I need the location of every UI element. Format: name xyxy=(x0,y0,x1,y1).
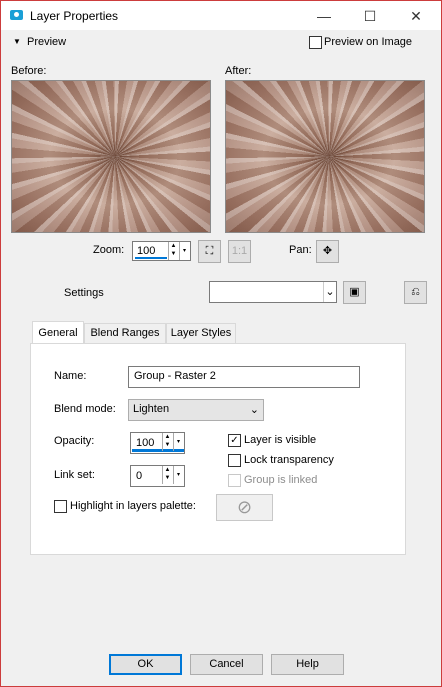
spin-up-icon[interactable]: ▲ xyxy=(163,433,172,441)
preview-on-image-checkbox[interactable] xyxy=(309,36,322,49)
minimize-button[interactable]: — xyxy=(301,2,347,30)
chevron-down-icon: ⌄ xyxy=(249,404,259,416)
highlight-checkbox[interactable] xyxy=(54,500,67,513)
name-value: Group - Raster 2 xyxy=(134,370,216,382)
link-set-value: 0 xyxy=(136,470,143,482)
checkmark-icon: ✓ xyxy=(230,435,239,446)
lock-transparency-checkbox[interactable] xyxy=(228,454,241,467)
dropdown-arrow-icon[interactable]: ▾ xyxy=(174,433,183,451)
dropdown-arrow-icon[interactable]: ▾ xyxy=(174,466,183,484)
settings-label: Settings xyxy=(64,287,104,299)
group-linked-checkbox xyxy=(228,474,241,487)
reset-preset-icon[interactable]: ⎌ xyxy=(404,281,427,304)
opacity-input[interactable]: 100 ▲ ▼ ▾ xyxy=(130,432,185,454)
zoom-label: Zoom: xyxy=(93,244,125,256)
highlight-label: Highlight in layers palette: xyxy=(70,500,196,512)
pan-label: Pan: xyxy=(289,244,312,256)
link-set-label: Link set: xyxy=(54,469,95,481)
pan-move-icon[interactable]: ✥ xyxy=(316,240,339,263)
blend-mode-select[interactable]: Lighten ⌄ xyxy=(128,399,264,421)
lock-transparency-label: Lock transparency xyxy=(244,454,334,466)
blend-mode-value: Lighten xyxy=(133,403,170,415)
opacity-label: Opacity: xyxy=(54,435,95,447)
zoom-value: 100 xyxy=(137,245,156,257)
after-preview-image[interactable] xyxy=(225,80,425,233)
spin-up-icon[interactable]: ▲ xyxy=(163,466,172,474)
spin-down-icon[interactable]: ▼ xyxy=(163,441,172,449)
opacity-value: 100 xyxy=(136,437,155,449)
link-set-dropdown[interactable]: ▾ xyxy=(173,466,183,484)
preview-on-image-label: Preview on Image xyxy=(324,36,413,48)
zoom-fit-icon[interactable]: ⛶ xyxy=(198,240,221,263)
zoom-dropdown[interactable]: ▾ xyxy=(179,242,189,260)
name-input[interactable]: Group - Raster 2 xyxy=(128,366,360,388)
help-button[interactable]: Help xyxy=(271,654,344,675)
name-label: Name: xyxy=(54,370,87,382)
before-preview-image[interactable] xyxy=(11,80,211,233)
settings-preset-dropdown[interactable]: ⌄ xyxy=(209,281,337,303)
window-title: Layer Properties xyxy=(30,9,119,23)
layer-visible-checkbox[interactable]: ✓ xyxy=(228,434,241,447)
maximize-button[interactable]: ☐ xyxy=(347,2,393,30)
no-color-swatch-icon: ⊘ xyxy=(216,494,273,521)
zoom-input[interactable]: 100 ▲ ▼ ▾ xyxy=(132,241,191,261)
before-label: Before: xyxy=(11,65,47,77)
layer-visible-label: Layer is visible xyxy=(244,434,317,446)
title-bar: Layer Properties — ☐ ✕ xyxy=(1,1,441,30)
blend-mode-label: Blend mode: xyxy=(54,403,116,415)
link-set-spinner[interactable]: ▲ ▼ xyxy=(162,466,172,484)
spin-down-icon[interactable]: ▼ xyxy=(169,250,178,258)
tab-blend-ranges[interactable]: Blend Ranges xyxy=(84,323,166,343)
zoom-spinner[interactable]: ▲ ▼ xyxy=(168,242,178,260)
chevron-down-icon[interactable]: ⌄ xyxy=(323,282,336,302)
link-set-input[interactable]: 0 ▲ ▼ ▾ xyxy=(130,465,185,487)
preview-section: ▼ Preview Preview on Image Before: After… xyxy=(1,30,441,278)
group-linked-label: Group is linked xyxy=(244,474,318,486)
after-label: After: xyxy=(225,65,252,77)
ok-button[interactable]: OK xyxy=(109,654,182,675)
tab-general[interactable]: General xyxy=(32,321,84,344)
zoom-actual-icon: 1:1 xyxy=(228,240,251,263)
close-button[interactable]: ✕ xyxy=(393,2,439,30)
tab-layer-styles[interactable]: Layer Styles xyxy=(166,323,236,343)
caret-down-icon[interactable]: ▼ xyxy=(13,37,21,46)
spin-up-icon[interactable]: ▲ xyxy=(169,242,178,250)
cancel-button[interactable]: Cancel xyxy=(190,654,263,675)
preview-toggle-label[interactable]: Preview xyxy=(27,36,66,48)
general-panel: Name: Group - Raster 2 Blend mode: Light… xyxy=(30,343,406,555)
opacity-spinner[interactable]: ▲ ▼ xyxy=(162,433,172,451)
spin-down-icon[interactable]: ▼ xyxy=(163,474,172,482)
opacity-dropdown[interactable]: ▾ xyxy=(173,433,183,451)
camera-app-icon xyxy=(10,10,23,20)
save-preset-icon[interactable]: ▣ xyxy=(343,281,366,304)
dropdown-arrow-icon[interactable]: ▾ xyxy=(180,242,189,260)
zoom-slider-bar[interactable] xyxy=(135,257,167,259)
